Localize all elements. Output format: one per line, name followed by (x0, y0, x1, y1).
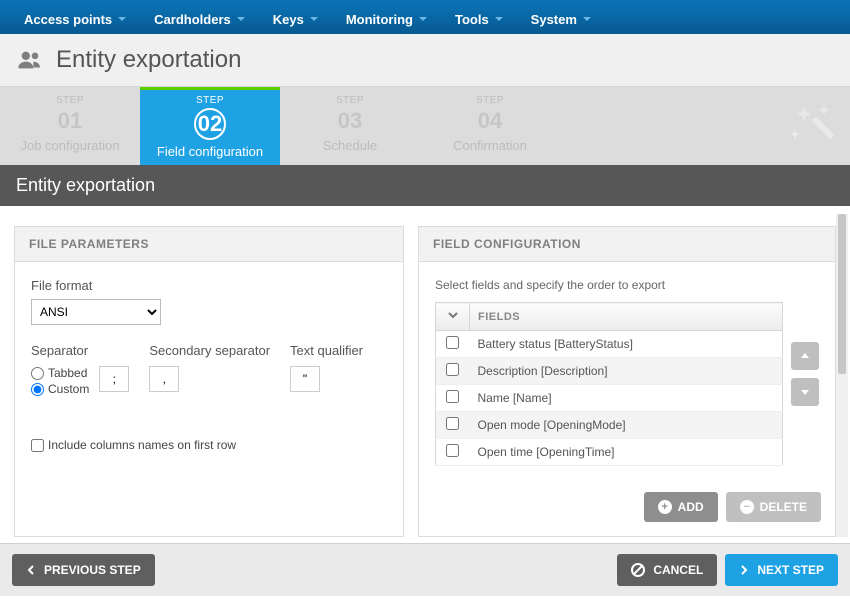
file-format-select[interactable]: ANSI (31, 299, 161, 325)
fields-table: FIELDS Battery status [BatteryStatus] De… (435, 302, 783, 466)
text-qualifier-label: Text qualifier (290, 343, 363, 358)
step-4[interactable]: STEP 04 Confirmation (420, 87, 560, 165)
panel-title: FIELD CONFIGURATION (419, 227, 835, 262)
file-format-label: File format (31, 278, 387, 293)
secondary-separator-input[interactable] (149, 366, 179, 392)
move-up-button[interactable] (791, 342, 819, 370)
previous-step-button[interactable]: PREVIOUS STEP (12, 554, 155, 586)
delete-button[interactable]: −DELETE (726, 492, 821, 522)
separator-tabbed-radio[interactable]: Tabbed (31, 366, 89, 380)
nav-keys[interactable]: Keys (259, 12, 332, 27)
step-1[interactable]: STEP 01 Job configuration (0, 87, 140, 165)
chevron-down-icon (237, 17, 245, 21)
table-row[interactable]: Open mode [OpeningMode] (436, 412, 783, 439)
chevron-left-icon (26, 565, 36, 575)
table-row[interactable]: Description [Description] (436, 358, 783, 385)
chevron-down-icon (583, 17, 591, 21)
chevron-down-icon (495, 17, 503, 21)
row-checkbox[interactable] (446, 336, 459, 349)
cancel-icon (631, 563, 645, 577)
plus-icon: + (658, 500, 672, 514)
chevron-down-icon (419, 17, 427, 21)
page-title: Entity exportation (56, 46, 241, 74)
nav-cardholders[interactable]: Cardholders (140, 12, 259, 27)
text-qualifier-input[interactable] (290, 366, 320, 392)
row-checkbox[interactable] (446, 417, 459, 430)
wizard-steps: STEP 01 Job configuration STEP 02 Field … (0, 87, 850, 165)
step-2[interactable]: STEP 02 Field configuration (140, 87, 280, 165)
move-down-button[interactable] (791, 378, 819, 406)
fields-column-header[interactable]: FIELDS (470, 303, 783, 331)
step-3[interactable]: STEP 03 Schedule (280, 87, 420, 165)
table-row[interactable]: Open time [OpeningTime] (436, 439, 783, 466)
page-title-bar: Entity exportation (0, 34, 850, 87)
chevron-down-icon (310, 17, 318, 21)
minus-icon: − (740, 500, 754, 514)
content-area: FILE PARAMETERS File format ANSI Separat… (0, 206, 850, 537)
nav-tools[interactable]: Tools (441, 12, 517, 27)
field-config-hint: Select fields and specify the order to e… (435, 278, 819, 292)
top-nav: Access points Cardholders Keys Monitorin… (0, 0, 850, 34)
chevron-down-icon (118, 17, 126, 21)
include-columns-checkbox[interactable]: Include columns names on first row (31, 438, 387, 452)
separator-label: Separator (31, 343, 129, 358)
next-step-button[interactable]: NEXT STEP (725, 554, 838, 586)
section-header: Entity exportation (0, 165, 850, 206)
scrollbar-thumb[interactable] (838, 214, 846, 374)
separator-custom-radio[interactable]: Custom (31, 382, 89, 396)
nav-access-points[interactable]: Access points (10, 12, 140, 27)
separator-value-input[interactable] (99, 366, 129, 392)
chevron-right-icon (739, 565, 749, 575)
scrollbar[interactable] (836, 214, 848, 537)
row-checkbox[interactable] (446, 390, 459, 403)
row-checkbox[interactable] (446, 444, 459, 457)
nav-monitoring[interactable]: Monitoring (332, 12, 441, 27)
footer-bar: PREVIOUS STEP CANCEL NEXT STEP (0, 543, 850, 596)
row-checkbox[interactable] (446, 363, 459, 376)
wizard-wand-icon (786, 101, 836, 151)
cancel-button[interactable]: CANCEL (617, 554, 717, 586)
add-button[interactable]: +ADD (644, 492, 718, 522)
nav-system[interactable]: System (517, 12, 605, 27)
file-parameters-panel: FILE PARAMETERS File format ANSI Separat… (14, 226, 404, 537)
expand-all-header[interactable] (436, 303, 470, 331)
panel-title: FILE PARAMETERS (15, 227, 403, 262)
secondary-separator-label: Secondary separator (149, 343, 270, 358)
table-row[interactable]: Battery status [BatteryStatus] (436, 331, 783, 358)
people-icon (16, 50, 44, 70)
table-row[interactable]: Name [Name] (436, 385, 783, 412)
field-configuration-panel: FIELD CONFIGURATION Select fields and sp… (418, 226, 836, 537)
